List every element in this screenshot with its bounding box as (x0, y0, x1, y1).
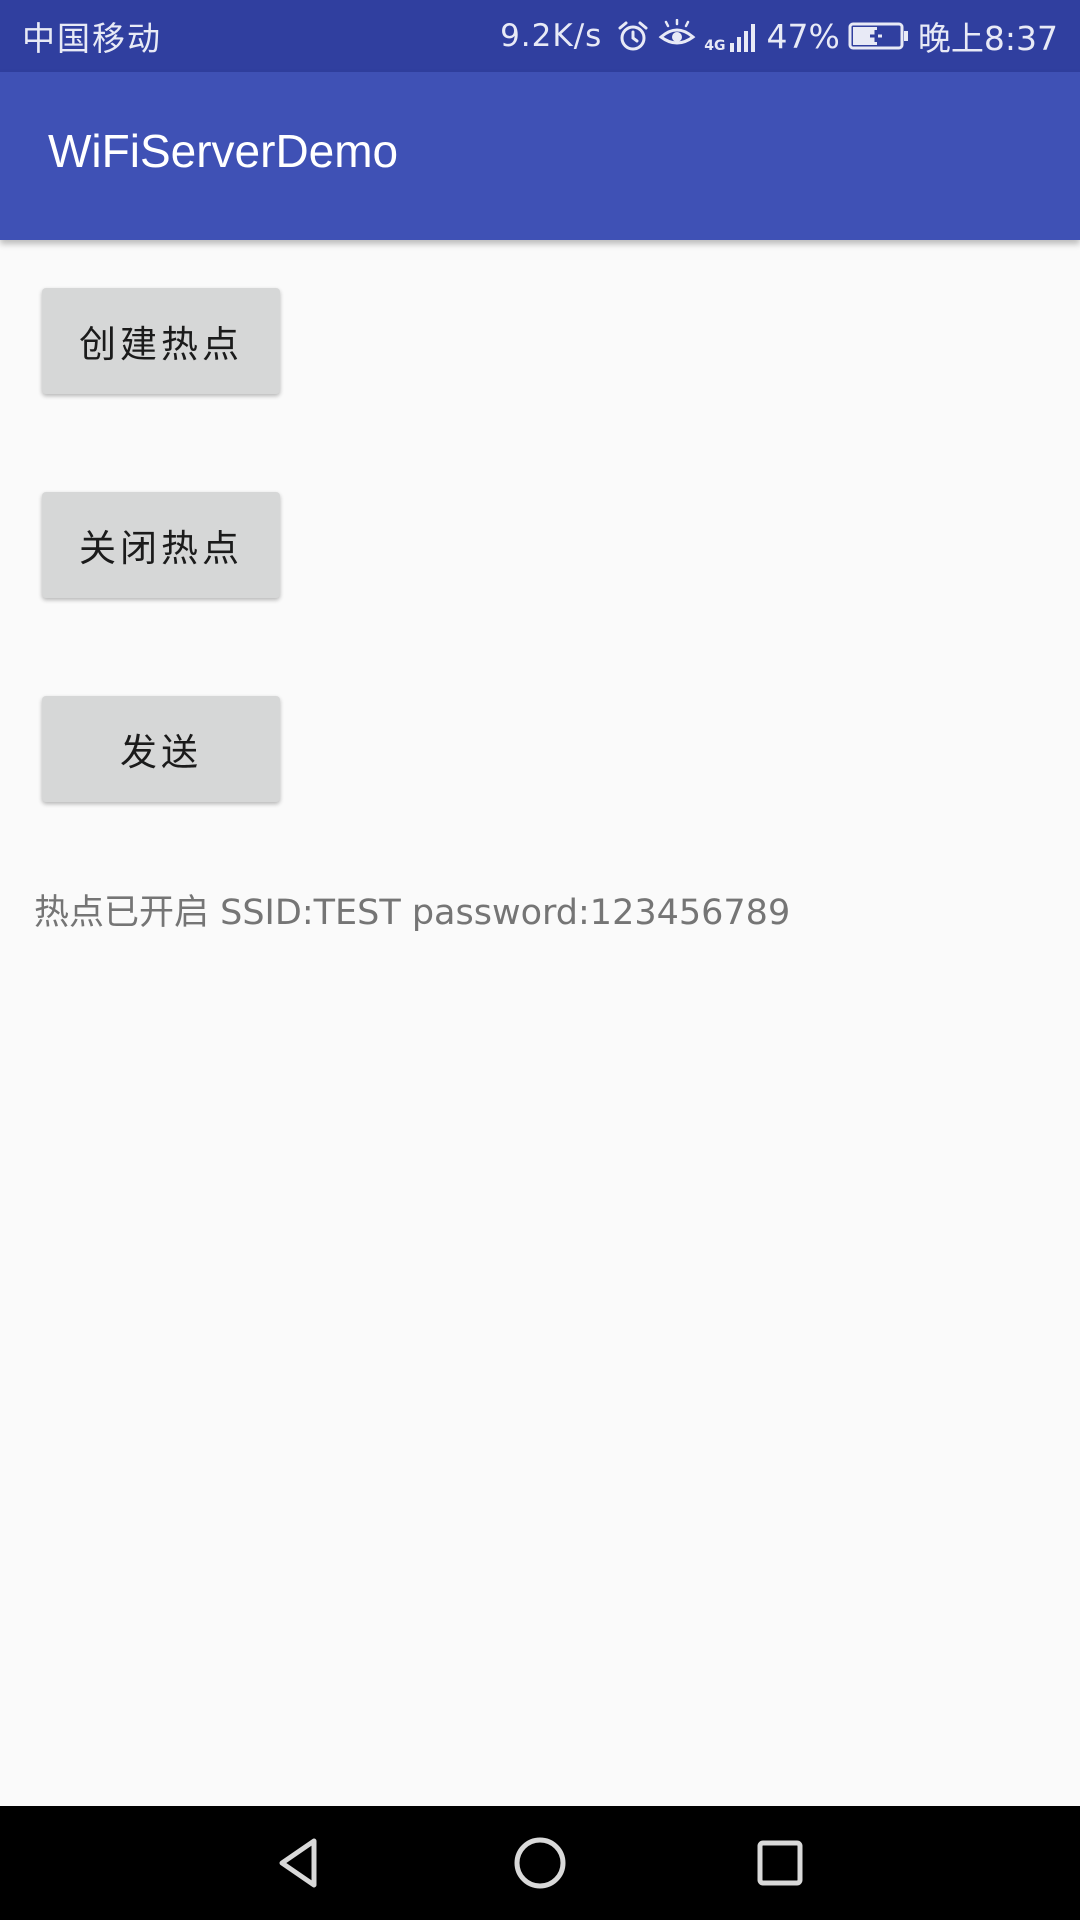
send-button[interactable]: 发送 (42, 696, 280, 802)
close-hotspot-button[interactable]: 关闭热点 (42, 492, 280, 598)
home-icon (514, 1837, 566, 1889)
status-bar: 中国移动 9.2K/s 4G 47% 晚上8:37 (0, 0, 1080, 72)
eye-comfort-icon (658, 19, 696, 53)
back-button[interactable] (230, 1806, 370, 1920)
battery-percent: 47% (766, 16, 840, 56)
battery-charging-icon (848, 21, 910, 51)
recents-button[interactable] (710, 1806, 850, 1920)
network-speed: 9.2K/s (500, 18, 603, 54)
carrier-name: 中国移动 (22, 19, 162, 58)
app-bar: WiFiServerDemo (0, 72, 1080, 240)
status-indicators: 9.2K/s 4G 47% 晚上8:37 (500, 12, 1058, 60)
home-button[interactable] (470, 1806, 610, 1920)
create-hotspot-button[interactable]: 创建热点 (42, 288, 280, 394)
back-icon (279, 1838, 317, 1888)
network-type: 4G (704, 38, 726, 54)
clock: 晚上8:37 (917, 19, 1058, 58)
app-title: WiFiServerDemo (48, 125, 399, 177)
recents-icon (757, 1840, 803, 1886)
alarm-icon (616, 19, 650, 53)
navigation-bar (0, 1806, 1080, 1920)
hotspot-status-text: 热点已开启 SSID:TEST password:123456789 (34, 893, 791, 933)
signal-icon: 4G (704, 19, 758, 53)
